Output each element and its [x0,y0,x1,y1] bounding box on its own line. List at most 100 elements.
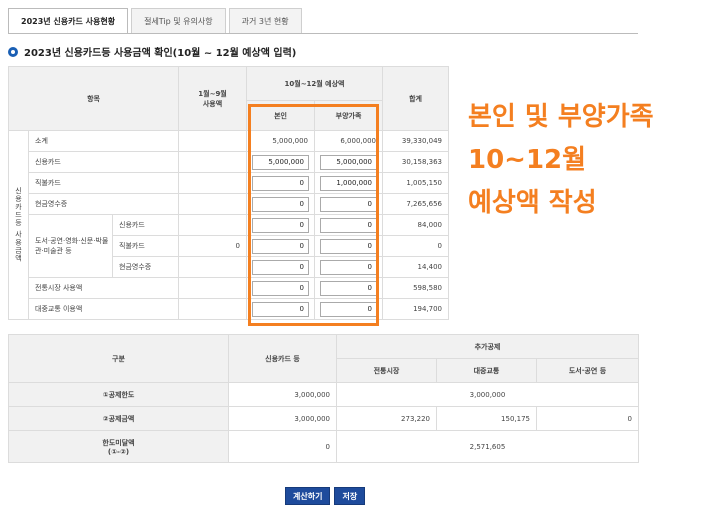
row-label: 신용카드 [27,151,180,173]
self-culture-cash-input[interactable] [252,259,310,275]
annotation-line3: 예상액 작성 [468,188,597,218]
total-value: 84,000 [382,214,450,236]
total-value: 39,330,049 [382,130,450,152]
shortfall-label-line2: (①-②) [107,447,130,456]
jan-sep-value [178,298,248,320]
dependent-subtotal: 6,000,000 [314,130,384,152]
jan-sep-value [178,193,248,215]
self-transit-input[interactable] [252,301,310,317]
dependent-culture-debit-input[interactable] [320,238,378,254]
jan-sep-value: 0 [178,235,248,257]
deduction-transit: 150,175 [436,406,537,431]
header-culture: 도서·공연 등 [536,358,639,383]
table-row: 한도미달액 (①-②) 0 2,571,605 [8,430,639,463]
row-label: 한도미달액 (①-②) [8,430,229,463]
tab-tax-tips[interactable]: 절세Tip 및 유의사항 [131,8,226,34]
jan-sep-value [178,256,248,278]
self-debit-input[interactable] [252,175,310,191]
header-self: 본인 [246,100,316,131]
calculate-button[interactable]: 계산하기 [285,487,331,505]
dependent-culture-credit-input[interactable] [320,217,378,233]
header-credit: 신용카드 등 [228,334,337,383]
annotation-line2: 10~12월 [468,145,587,175]
table-row: ②공제금액 3,000,000 273,220 150,175 0 [8,406,639,431]
total-value: 30,158,363 [382,151,450,173]
table-row: 신용카드등 사용금액 소계 5,000,000 6,000,000 39,330… [8,130,450,320]
tab-bar: 2023년 신용카드 사용현황 절세Tip 및 유의사항 과거 3년 현황 [8,8,305,34]
row-label: 소계 [27,130,180,152]
limit-credit: 3,000,000 [228,382,337,407]
dependent-culture-cash-input[interactable] [320,259,378,275]
header-oct-dec: 10월~12월 예상액 [246,66,384,101]
header-extra: 추가공제 [336,334,639,359]
section-heading: 2023년 신용카드등 사용금액 확인(10월 ~ 12월 예상액 입력) [8,44,296,59]
self-subtotal: 5,000,000 [246,130,316,152]
header-category: 구분 [8,334,229,383]
header-total: 합계 [382,66,450,131]
header-market: 전통시장 [336,358,437,383]
self-culture-debit-input[interactable] [252,238,310,254]
row-label: 직불카드 [111,235,180,257]
self-culture-credit-input[interactable] [252,217,310,233]
dependent-market-input[interactable] [320,280,378,296]
deduction-market: 273,220 [336,406,437,431]
header-transit: 대중교통 [436,358,537,383]
total-value: 194,700 [382,298,450,320]
total-value: 1,005,150 [382,172,450,194]
self-cash-receipt-input[interactable] [252,196,310,212]
self-credit-input[interactable] [252,154,310,170]
total-value: 0 [382,235,450,257]
bullet-circle-icon [8,46,18,57]
table-row: ①공제한도 3,000,000 3,000,000 [8,382,639,407]
save-button[interactable]: 저장 [334,487,366,505]
culture-group-label: 도서·공연·영화·신문·박물관·미술관 등 [28,214,113,278]
jan-sep-value [178,172,248,194]
dependent-credit-input[interactable] [320,154,378,170]
row-label: 현금영수증 [111,256,180,278]
total-value: 7,265,656 [382,193,450,215]
section-title: 2023년 신용카드등 사용금액 확인(10월 ~ 12월 예상액 입력) [24,48,297,59]
row-label: 신용카드 [111,214,180,236]
table-row: 전통시장 사용액 598,580 [9,277,450,299]
dependent-debit-input[interactable] [320,175,378,191]
row-label: 직불카드 [27,172,180,194]
total-value: 14,400 [382,256,450,278]
header-jan-sep: 1월~9월 사용액 [178,66,248,131]
tab-divider [8,33,638,34]
jan-sep-value [178,130,248,152]
table-row: 도서·공연·영화·신문·박물관·미술관 등 신용카드 84,000 [9,214,450,278]
table-row: 대중교통 이용액 194,700 [9,298,450,320]
header-dependent: 부양가족 [314,100,384,131]
table-row: 신용카드 30,158,363 [9,151,450,173]
shortfall-label-line1: 한도미달액 [102,438,135,447]
deduction-table: 구분 신용카드 등 추가공제 전통시장 대중교통 도서·공연 등 ①공제한도 3… [8,334,639,463]
annotation-line1: 본인 및 부양가족 [468,102,654,132]
dependent-cash-receipt-input[interactable] [320,196,378,212]
header-item: 항목 [7,66,180,131]
deduction-credit: 3,000,000 [228,406,337,431]
jan-sep-value [178,277,248,299]
tab-past-3-years[interactable]: 과거 3년 현황 [228,8,302,34]
self-market-input[interactable] [252,280,310,296]
table-row: 현금영수증 7,265,656 [9,193,450,215]
dependent-transit-input[interactable] [320,301,378,317]
limit-extra: 3,000,000 [336,382,639,407]
annotation-callout: 본인 및 부양가족 10~12월 예상액 작성 [468,96,708,225]
shortfall-credit: 0 [228,430,337,463]
shortfall-extra: 2,571,605 [336,430,639,463]
row-label: 전통시장 사용액 [27,277,180,299]
row-label: 대중교통 이용액 [27,298,180,320]
header-jan-sep-line2: 사용액 [202,99,223,108]
table-row: 직불카드 1,005,150 [9,172,450,194]
row-label: ①공제한도 [8,382,229,407]
action-buttons: 계산하기 저장 [285,487,369,505]
tab-2023-usage[interactable]: 2023년 신용카드 사용현황 [8,8,129,34]
deduction-culture: 0 [536,406,639,431]
jan-sep-value [178,214,248,236]
header-jan-sep-line1: 1월~9월 [198,89,227,98]
vertical-label: 신용카드등 사용금액 [8,130,29,320]
row-label: 현금영수증 [27,193,180,215]
jan-sep-value [178,151,248,173]
total-value: 598,580 [382,277,450,299]
row-label: ②공제금액 [8,406,229,431]
